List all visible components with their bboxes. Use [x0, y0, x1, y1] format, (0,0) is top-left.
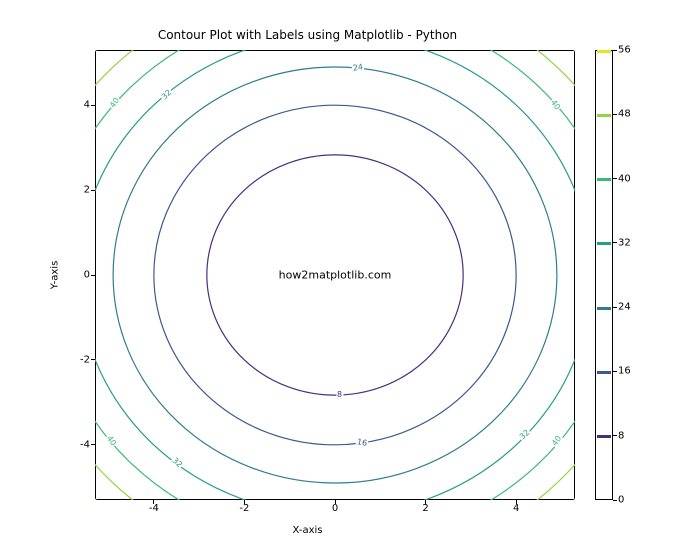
x-tick-label: -4: [149, 503, 159, 514]
colorbar-line: [597, 307, 611, 310]
colorbar: [595, 50, 613, 500]
colorbar-tick-label: 56: [618, 45, 631, 56]
colorbar-tick-label: 48: [618, 109, 631, 120]
colorbar-tick-label: 8: [618, 430, 624, 441]
y-axis-label: Y-axis: [50, 261, 61, 290]
colorbar-line: [597, 435, 611, 438]
contour-label: 16: [355, 438, 368, 448]
center-annotation: how2matplotlib.com: [279, 269, 392, 282]
colorbar-tick-label: 32: [618, 237, 631, 248]
colorbar-line: [597, 50, 611, 53]
y-tick-label: 0: [84, 270, 90, 281]
y-tick-label: -4: [80, 439, 90, 450]
colorbar-tick-label: 40: [618, 173, 631, 184]
colorbar-tick-label: 16: [618, 366, 631, 377]
y-tick-label: 4: [84, 100, 90, 111]
x-tick-label: 4: [513, 503, 519, 514]
contour-label: 8: [336, 391, 343, 399]
colorbar-line: [597, 242, 611, 245]
x-tick-label: 0: [332, 503, 338, 514]
y-tick-label: -2: [80, 354, 90, 365]
x-tick-label: -2: [239, 503, 249, 514]
figure: Contour Plot with Labels using Matplotli…: [0, 0, 700, 560]
x-axis-label: X-axis: [0, 525, 615, 536]
colorbar-line: [597, 114, 611, 117]
colorbar-line: [597, 178, 611, 181]
colorbar-line: [597, 371, 611, 374]
x-tick-label: 2: [422, 503, 428, 514]
colorbar-tick-label: 0: [618, 495, 624, 506]
y-tick-label: 2: [84, 185, 90, 196]
chart-title: Contour Plot with Labels using Matplotli…: [0, 28, 615, 42]
colorbar-tick-label: 24: [618, 302, 631, 313]
